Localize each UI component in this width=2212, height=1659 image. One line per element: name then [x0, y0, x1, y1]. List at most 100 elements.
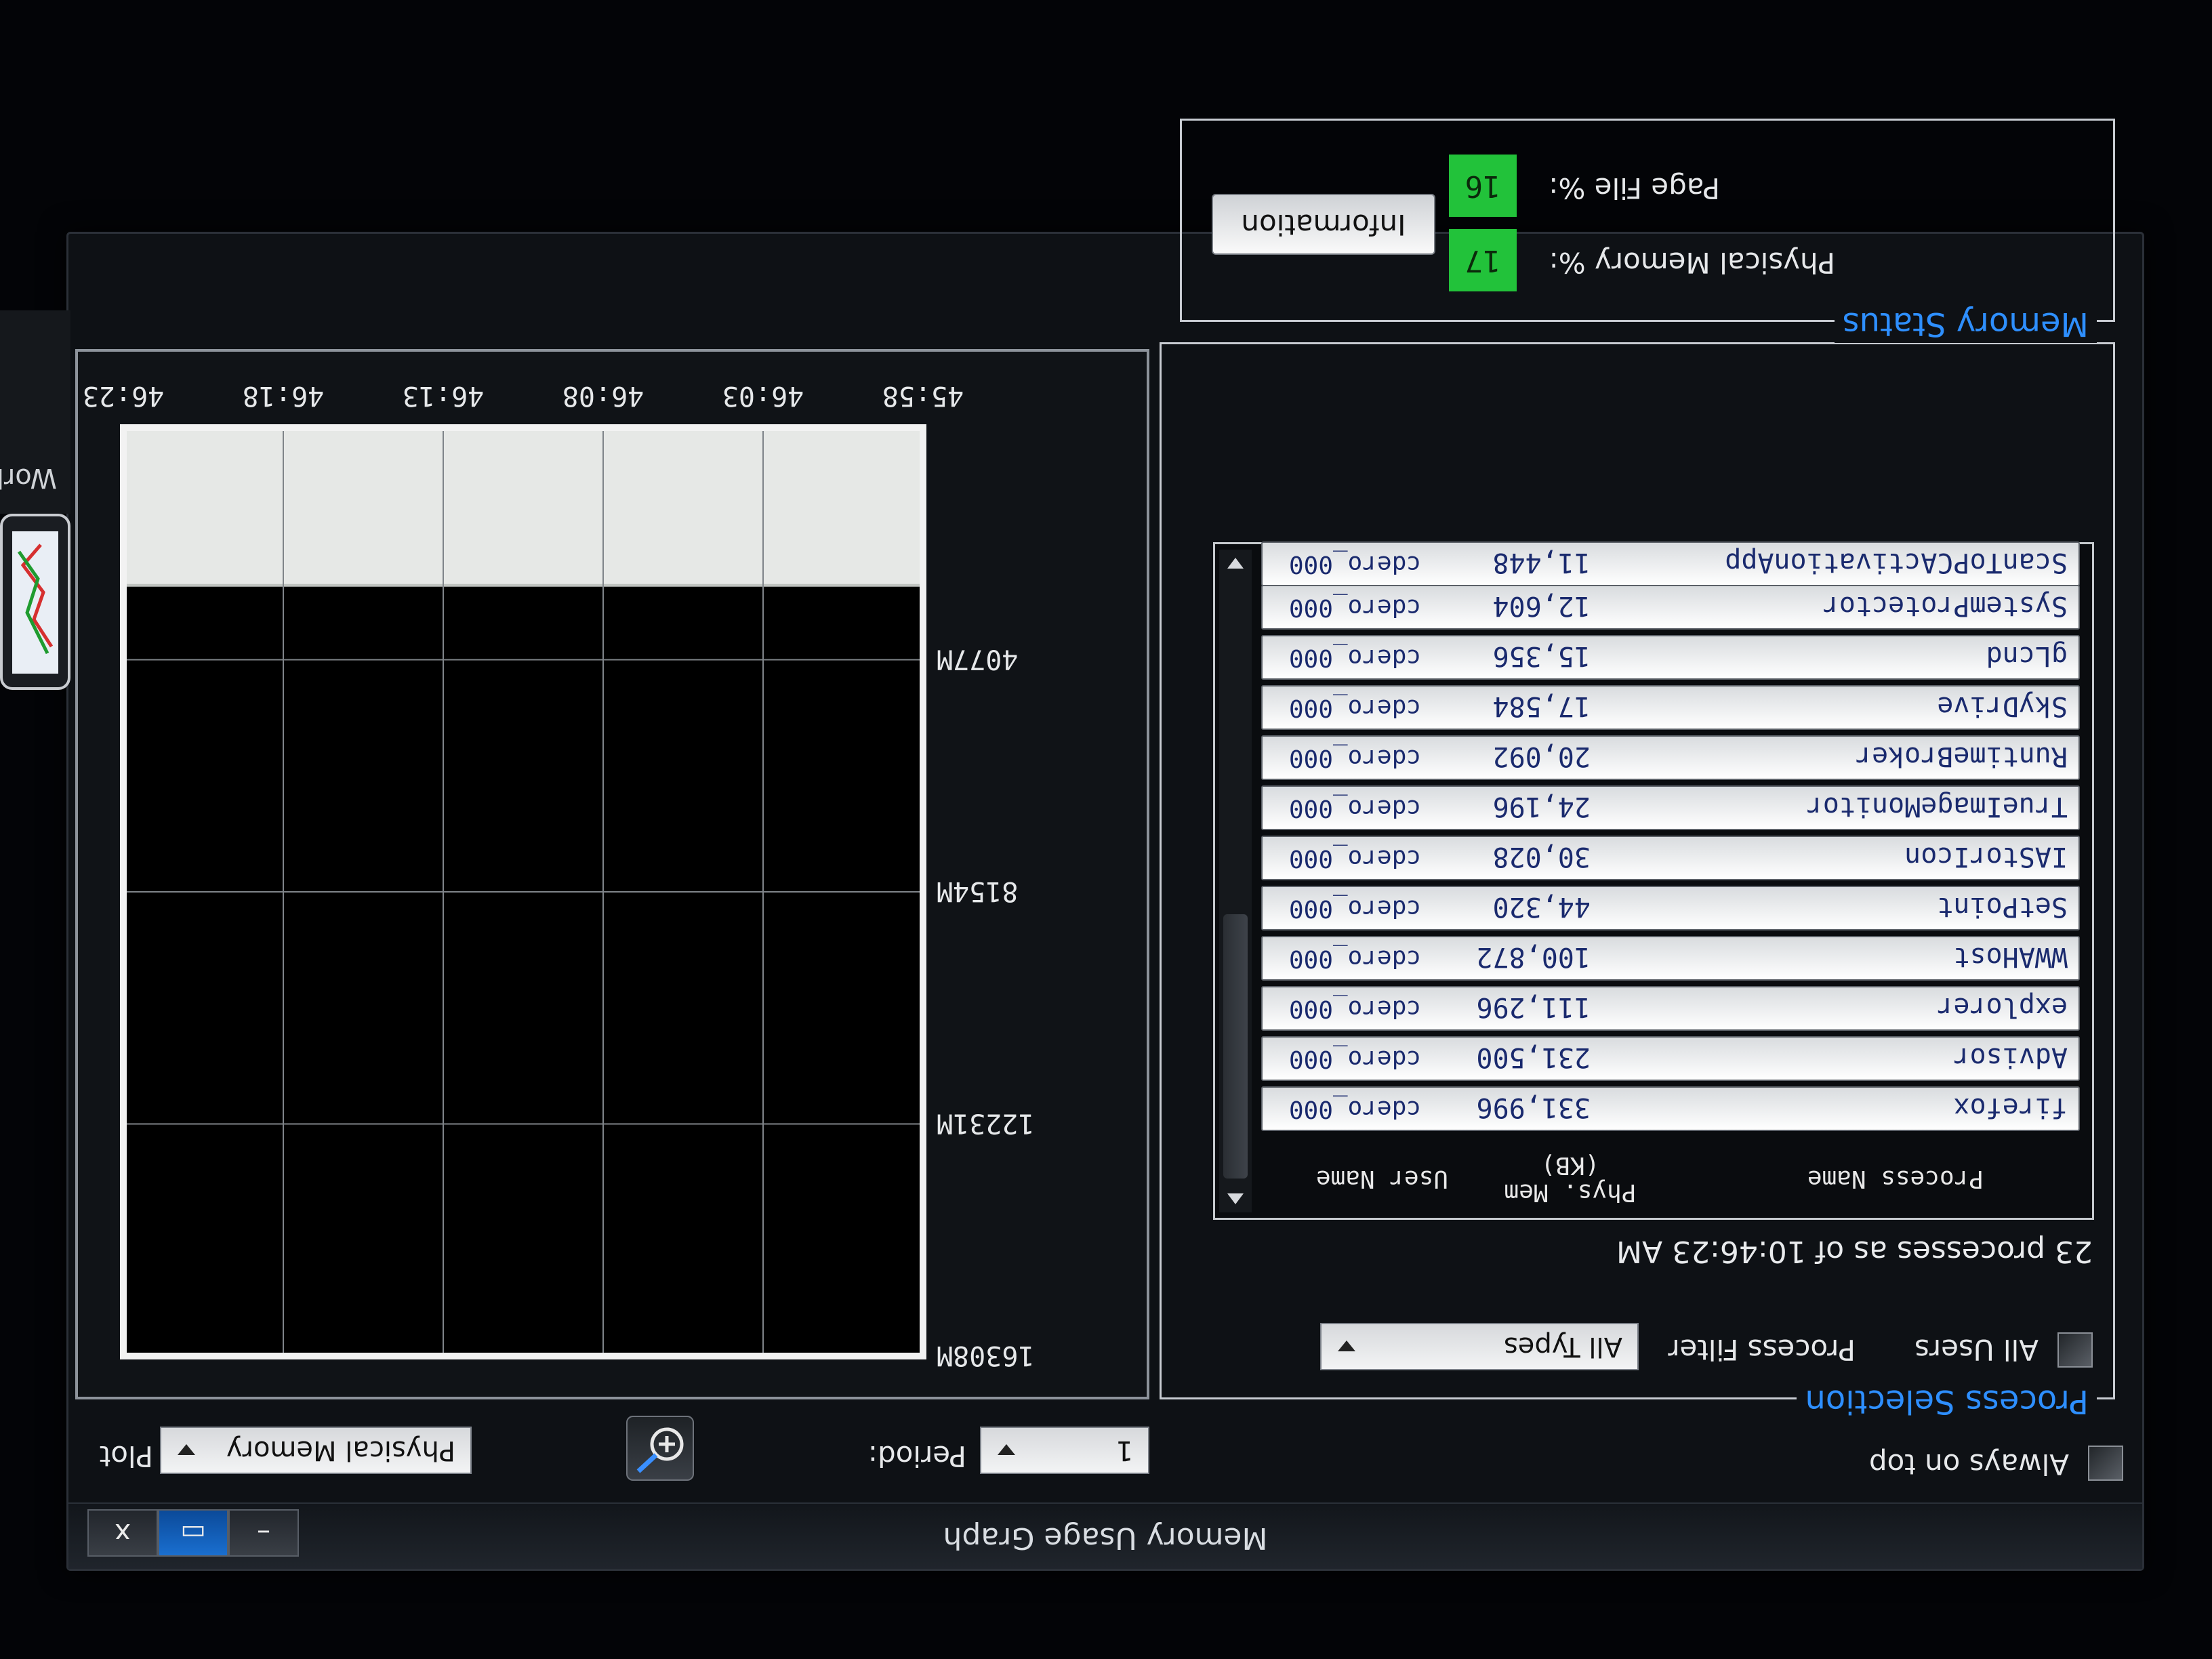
process-name: gLcnd — [1986, 640, 2068, 672]
side-panel-label: Work — [0, 462, 57, 493]
column-phys-mem-line1: Phys. Mem — [1504, 1179, 1637, 1206]
graph-app-icon[interactable] — [0, 514, 70, 690]
process-mem: 12,604 — [1492, 590, 1591, 621]
process-mem: 111,296 — [1476, 991, 1591, 1023]
window-title: Memory Usage Graph — [943, 1521, 1268, 1555]
process-user: cdero_000 — [1288, 694, 1421, 722]
title-bar[interactable]: Memory Usage Graph – ▭ x — [68, 1502, 2142, 1569]
process-mem: 331,996 — [1476, 1092, 1591, 1123]
x-tick-label: 46:03 — [722, 380, 804, 411]
process-name: IAStorIcon — [1904, 841, 2068, 872]
chevron-down-icon — [178, 1444, 195, 1455]
close-button[interactable]: x — [87, 1509, 158, 1557]
process-name: SystemProtector — [1822, 590, 2068, 621]
plot-label: Plot — [99, 1439, 153, 1473]
maximize-button[interactable]: ▭ — [158, 1509, 228, 1557]
always-on-top-checkbox[interactable] — [2088, 1446, 2123, 1481]
process-mem: 17,584 — [1492, 691, 1591, 722]
always-on-top-label: Always on top — [1868, 1448, 2069, 1481]
information-button[interactable]: Information — [1212, 194, 1435, 255]
table-scrollbar[interactable] — [1219, 550, 1252, 1212]
memory-status-group: Memory Status Physical Memory %: 17 Page… — [1180, 119, 2115, 343]
process-name: WWAHost — [1953, 941, 2068, 972]
table-row[interactable]: SystemProtector 12,604 cdero_000 — [1261, 585, 2080, 630]
table-row[interactable]: RuntimeBroker 20,092 cdero_000 — [1261, 735, 2080, 780]
period-label: Period: — [867, 1439, 966, 1473]
x-tick-label: 46:18 — [243, 380, 324, 411]
table-row[interactable]: IAStorIcon 30,028 cdero_000 — [1261, 836, 2080, 880]
table-row[interactable]: SetPoint 44,320 cdero_000 — [1261, 886, 2080, 930]
process-table: Process Name Phys. Mem (KB) User Name fi… — [1213, 541, 2094, 1220]
page-file-label: Page File %: — [1549, 171, 1720, 205]
zoom-in-icon[interactable] — [626, 1416, 694, 1481]
column-phys-mem-line2: (KB) — [1540, 1151, 1600, 1179]
process-mem: 231,500 — [1476, 1042, 1591, 1073]
process-mem: 30,028 — [1492, 841, 1591, 872]
table-row[interactable]: TrueImageMonitor 24,196 cdero_000 — [1261, 785, 2080, 830]
process-user: cdero_000 — [1288, 844, 1421, 872]
scroll-thumb[interactable] — [1223, 914, 1248, 1179]
table-row[interactable]: SkyDrive 17,584 cdero_000 — [1261, 685, 2080, 730]
chevron-down-icon — [998, 1444, 1015, 1455]
x-tick-label: 46:23 — [83, 380, 164, 411]
all-users-label: All Users — [1914, 1333, 2039, 1366]
process-name: SetPoint — [1937, 891, 2068, 922]
table-row[interactable]: gLcnd 15,356 cdero_000 — [1261, 635, 2080, 680]
plot-controls: Plot Physical Memory Period: 1 — [79, 1413, 1149, 1488]
memory-status-title: Memory Status — [1834, 305, 2097, 343]
process-selection-title: Process Selection — [1797, 1382, 2097, 1420]
table-header: Process Name Phys. Mem (KB) User Name — [1279, 1134, 2092, 1218]
process-mem: 24,196 — [1492, 791, 1591, 822]
table-row[interactable]: Advisor 231,500 cdero_000 — [1261, 1036, 2080, 1081]
process-mem: 100,872 — [1476, 941, 1591, 972]
physical-memory-label: Physical Memory %: — [1549, 246, 1835, 279]
minimize-button[interactable]: – — [228, 1509, 299, 1557]
x-tick-label: 46:08 — [562, 380, 644, 411]
process-user: cdero_000 — [1288, 1095, 1421, 1123]
process-selection-group: Process Selection All Users Process Filt… — [1160, 342, 2115, 1420]
table-row[interactable]: firefox 331,996 cdero_000 — [1261, 1086, 2080, 1131]
process-name: TrueImageMonitor — [1806, 791, 2068, 822]
scroll-down-icon[interactable] — [1227, 558, 1244, 569]
process-filter-label: Process Filter — [1668, 1333, 1856, 1366]
process-filter-select[interactable]: All Types — [1320, 1323, 1639, 1370]
all-users-checkbox[interactable] — [2057, 1332, 2093, 1368]
period-spinner[interactable]: 1 — [980, 1427, 1149, 1474]
table-row[interactable]: ScanToPCActivationApp 11,448 cdero_000 — [1261, 541, 2080, 586]
app-window: Memory Usage Graph – ▭ x Always on top P… — [66, 119, 2144, 1571]
process-user: cdero_000 — [1288, 1045, 1421, 1073]
table-row[interactable]: explorer 111,296 cdero_000 — [1261, 986, 2080, 1031]
process-user: cdero_000 — [1288, 945, 1421, 972]
x-tick-label: 45:58 — [882, 380, 964, 411]
process-name: explorer — [1937, 991, 2068, 1023]
column-process-name[interactable]: Process Name — [1807, 1165, 1984, 1193]
process-filter-value: All Types — [1503, 1331, 1622, 1362]
scroll-up-icon[interactable] — [1227, 1193, 1244, 1204]
process-name: Advisor — [1953, 1042, 2068, 1073]
memory-area-series — [122, 426, 924, 587]
y-tick-label: 8154M — [937, 876, 1018, 907]
column-user-name[interactable]: User Name — [1316, 1165, 1448, 1193]
process-user: cdero_000 — [1288, 794, 1421, 822]
process-mem: 15,356 — [1492, 640, 1591, 672]
column-phys-mem[interactable]: Phys. Mem (KB) — [1482, 1151, 1658, 1206]
memory-chart-svg: 45:58 46:03 46:08 46:13 46:18 46:23 4077M 8154M… — [83, 380, 1035, 1371]
plot-select[interactable]: Physical Memory — [160, 1427, 472, 1474]
page-file-value: 16 — [1449, 155, 1517, 217]
process-user: cdero_000 — [1288, 995, 1421, 1023]
process-name: RuntimeBroker — [1855, 741, 2068, 772]
process-user: cdero_000 — [1288, 550, 1421, 578]
process-mem: 20,092 — [1492, 741, 1591, 772]
table-row[interactable]: WWAHost 100,872 cdero_000 — [1261, 936, 2080, 981]
y-tick-label: 4077M — [937, 644, 1018, 675]
process-user: cdero_000 — [1288, 594, 1421, 621]
y-tick-label: 12231M — [937, 1108, 1035, 1139]
period-value: 1 — [1115, 1435, 1133, 1466]
process-count-text: 23 processes as of 10:46:23 AM — [1616, 1234, 2093, 1269]
plot-select-value: Physical Memory — [226, 1435, 455, 1466]
process-name: firefox — [1953, 1092, 2068, 1123]
process-name: ScanToPCActivationApp — [1725, 547, 2068, 578]
memory-chart: 45:58 46:03 46:08 46:13 46:18 46:23 4077M 8154M… — [75, 349, 1149, 1399]
chevron-down-icon — [1338, 1340, 1355, 1351]
y-tick-label: 16308M — [937, 1340, 1035, 1371]
